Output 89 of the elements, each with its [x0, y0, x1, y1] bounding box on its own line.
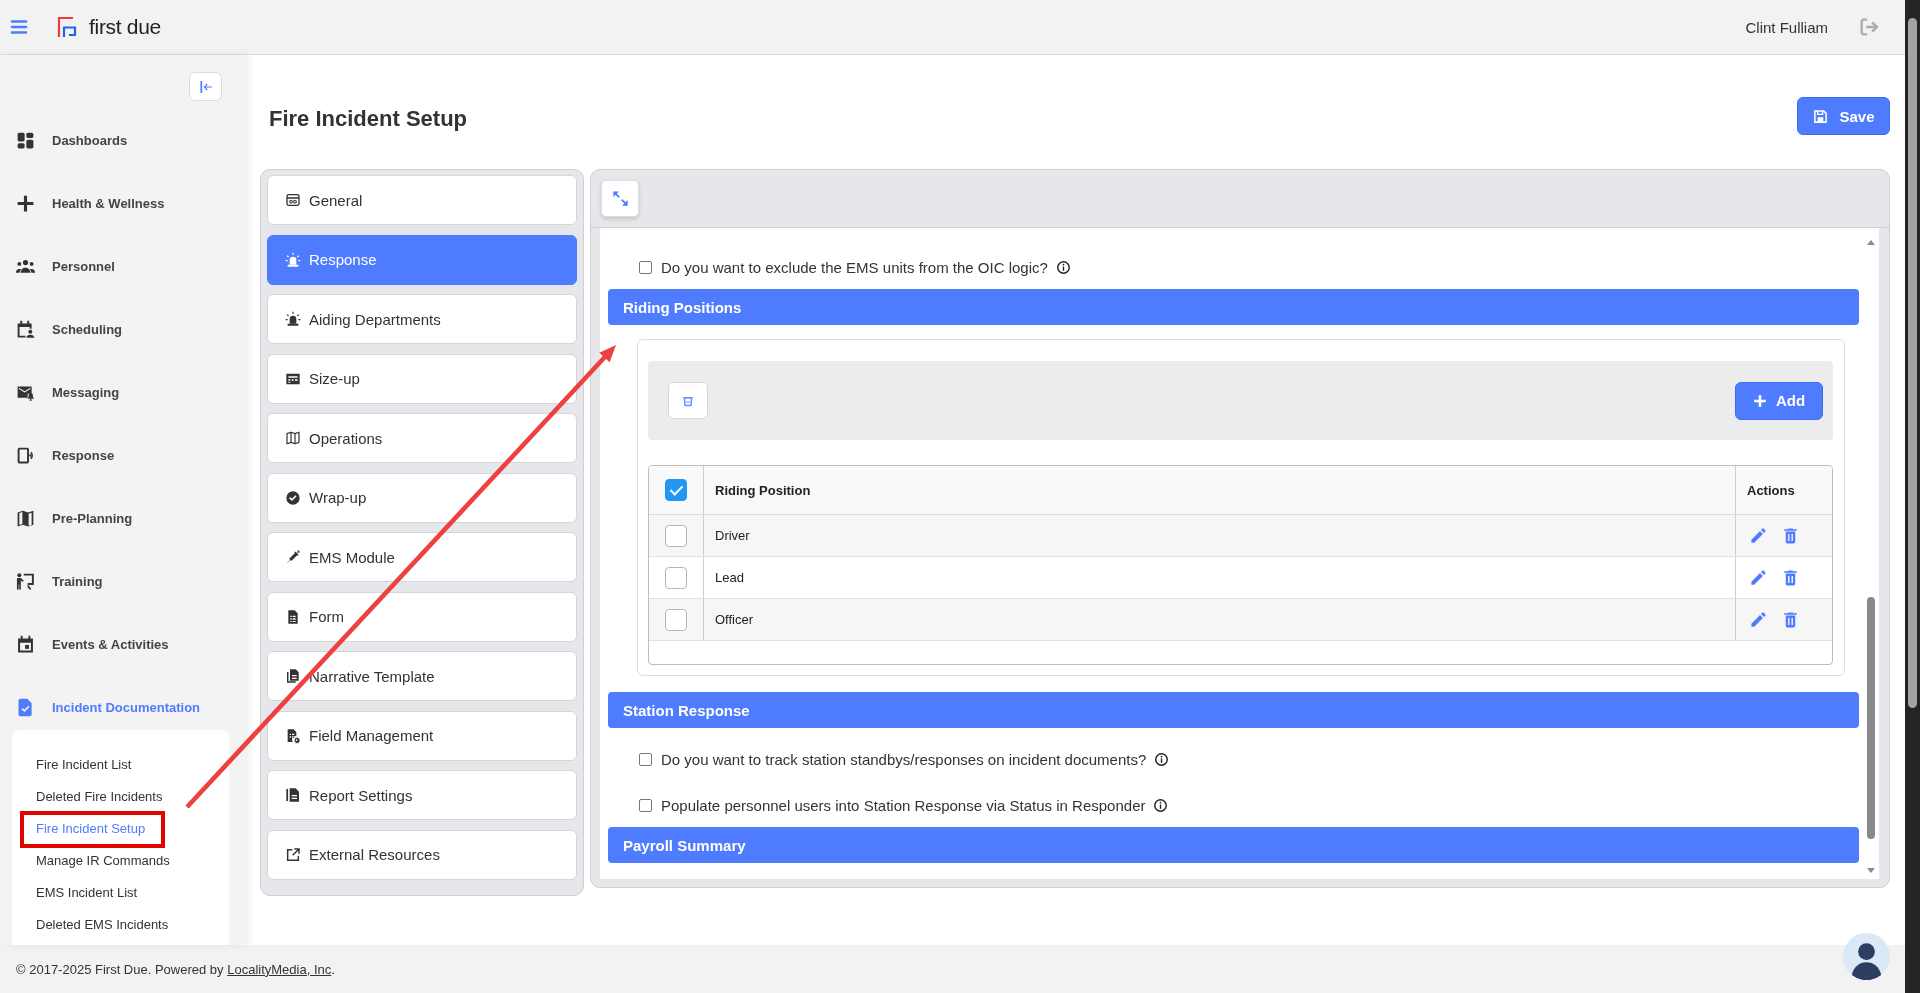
save-icon [1812, 107, 1830, 125]
option-label: Populate personnel users into Station Response via Status in Responder [661, 796, 1146, 814]
nav-item[interactable]: Personnel [0, 235, 245, 298]
expand-button[interactable] [601, 180, 639, 217]
logo-icon [55, 15, 79, 39]
sidebar-subitem[interactable]: Deleted EMS Incidents [36, 909, 169, 941]
nav-item[interactable]: Dashboards [0, 109, 245, 172]
setup-menu-item[interactable]: Wrap-up [267, 472, 577, 523]
save-button[interactable]: Save [1797, 97, 1890, 135]
info-icon[interactable] [1153, 797, 1169, 813]
trash-icon[interactable] [1781, 526, 1800, 545]
sidebar-subitem[interactable]: Manage IR Commands [36, 845, 170, 877]
sidebar-subitem[interactable]: EMS Incident List [36, 877, 138, 909]
table-cell: Driver [704, 515, 1736, 556]
setup-menu-item[interactable]: External Resources [267, 829, 577, 880]
document-gear-icon [285, 727, 301, 744]
setup-menu-item[interactable]: Operations [267, 413, 577, 463]
setup-menu-item[interactable]: Report Settings [267, 770, 577, 820]
setup-menu-item[interactable]: Aiding Departments [267, 294, 577, 344]
menu-icon[interactable] [9, 17, 29, 37]
grid-icon [15, 130, 36, 151]
nav-item[interactable]: Response [0, 424, 245, 487]
section-header: Payroll Summary [608, 827, 1859, 863]
nav-item[interactable]: Health & Wellness [0, 172, 245, 235]
plus-icon [15, 193, 36, 214]
pencil-icon[interactable] [1749, 526, 1768, 545]
nav-item[interactable]: Messaging [0, 361, 245, 424]
siren-icon [285, 311, 301, 327]
checkbox[interactable] [639, 260, 652, 274]
trash-icon[interactable] [1781, 610, 1800, 629]
add-button[interactable]: Add [1735, 381, 1823, 420]
calendar-icon [15, 634, 36, 655]
sidebar-subitem[interactable]: Fire Incident Setup [36, 813, 146, 845]
setup-menu-item[interactable]: General [267, 175, 577, 225]
plus-icon [1752, 393, 1767, 408]
table-cell: Lead [704, 557, 1736, 598]
setup-menu-item[interactable]: EMS Module [267, 532, 577, 582]
column-header: Riding Position [704, 466, 1736, 514]
section-header: Riding Positions [608, 289, 1859, 325]
setup-menu-item[interactable]: Size-up [267, 353, 577, 404]
sidebar-subitem[interactable]: Deleted Fire Incidents [36, 781, 163, 813]
option-label: Do you want to exclude the EMS units from the OIC logic? [661, 258, 1048, 276]
siren-icon [285, 251, 301, 268]
info-icon[interactable] [1154, 751, 1170, 767]
delete-selected-button[interactable] [668, 382, 708, 419]
collapse-sidebar-button[interactable] [189, 72, 222, 101]
sidebar-subitem[interactable]: Fire Incident List [36, 749, 132, 781]
documents-icon [285, 668, 301, 684]
logout-icon[interactable] [1858, 16, 1880, 38]
logo-text: first due [89, 15, 161, 39]
window-icon [285, 192, 301, 208]
setup-menu-item[interactable]: Form [267, 591, 577, 642]
nav-item[interactable]: Training [0, 550, 245, 613]
calendar-person-icon [15, 319, 36, 340]
row-checkbox[interactable] [665, 524, 687, 547]
column-header: Actions [1746, 481, 1796, 500]
checkbox[interactable] [639, 798, 652, 812]
copyright-text: © 2017-2025 First Due. Powered by LocalityMedia, Inc. [16, 961, 335, 977]
external-link-icon [285, 846, 301, 863]
page-title: Fire Incident Setup [269, 105, 468, 132]
section-header: Station Response [608, 692, 1859, 728]
nav-item[interactable]: Pre-Planning [0, 487, 245, 550]
setup-menu-item[interactable]: Narrative Template [267, 651, 577, 701]
row-checkbox[interactable] [665, 566, 687, 589]
expand-icon [610, 189, 630, 208]
avatar-icon[interactable] [1843, 933, 1890, 980]
nav-item[interactable]: Events & Activities [0, 613, 245, 676]
select-all-checkbox[interactable] [665, 479, 687, 501]
map-icon [285, 430, 301, 446]
presenter-icon [15, 571, 36, 592]
collapse-arrow-icon [197, 78, 214, 95]
setup-menu-item[interactable]: Field Management [267, 710, 577, 761]
table-cell: Officer [704, 599, 1736, 640]
syringe-icon [285, 549, 301, 565]
setup-menu-item[interactable]: Response [267, 234, 577, 285]
user-name[interactable]: Clint Fulliam [1745, 18, 1828, 36]
pencil-icon[interactable] [1749, 568, 1768, 587]
document-icon [285, 608, 301, 625]
option-label: Do you want to track station standbys/responses on incident documents? [661, 750, 1147, 768]
map-icon [15, 508, 36, 529]
info-icon[interactable] [1055, 259, 1071, 275]
checkbox[interactable] [639, 752, 652, 766]
pencil-icon[interactable] [1749, 610, 1768, 629]
report-icon [285, 787, 301, 803]
page-scrollbar[interactable] [1905, 0, 1920, 993]
trash-icon[interactable] [1781, 568, 1800, 587]
device-icon [15, 445, 36, 466]
row-checkbox[interactable] [665, 608, 687, 631]
nav-item[interactable]: Scheduling [0, 298, 245, 361]
